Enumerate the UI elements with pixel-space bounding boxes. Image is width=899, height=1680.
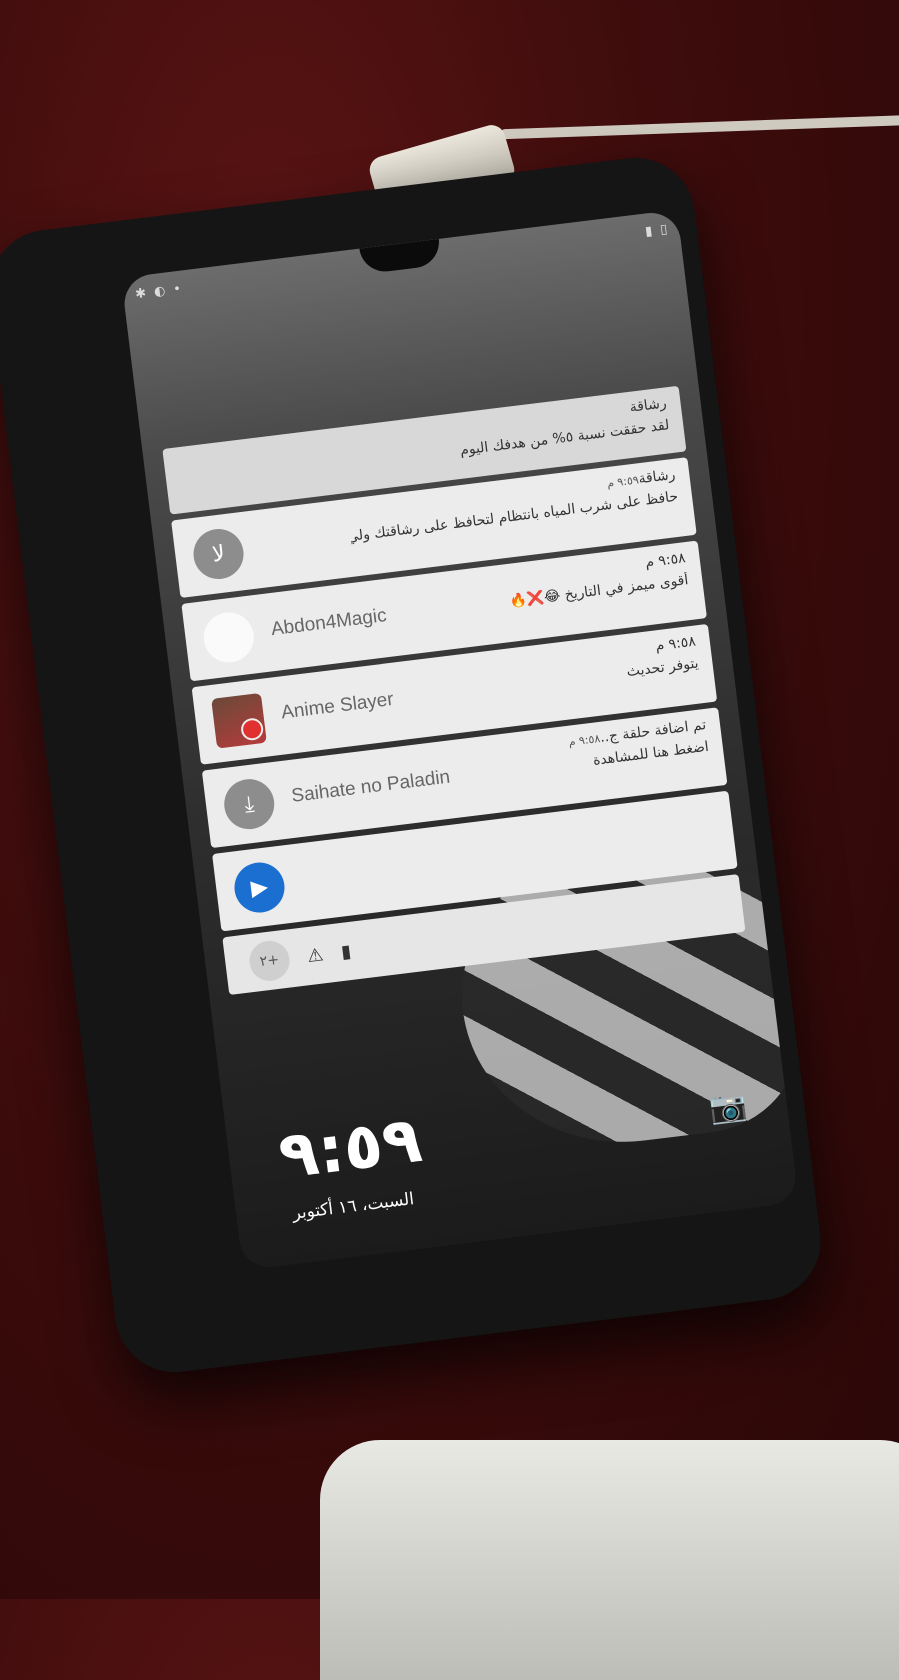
notification-time: ٩:٥٨ م bbox=[654, 633, 697, 655]
status-right-icons: ▮ ▯ bbox=[644, 221, 668, 239]
lock-date: السبت، ١٦ أكتوبر bbox=[291, 1189, 416, 1224]
lock-clock: ٩:٥٩ bbox=[274, 1102, 426, 1194]
charging-cable bbox=[499, 114, 899, 140]
notification-text: حافظ على شرب المياه بانتظام لتحافظ على ر… bbox=[349, 488, 679, 545]
white-box bbox=[320, 1440, 899, 1680]
camera-icon[interactable]: 📷 bbox=[707, 1088, 748, 1127]
notification-text: أقوى ميمز في التاريخ 😂❌🔥 bbox=[508, 572, 690, 610]
notification-time: ٩:٥٨ م bbox=[567, 731, 602, 749]
battery-saver-icon: ▮ bbox=[339, 940, 353, 963]
more-notifications-chip[interactable]: +٢ bbox=[247, 938, 292, 984]
download-icon: ⤓ bbox=[221, 776, 278, 833]
vibrate-icon: ◐ bbox=[153, 283, 167, 300]
signal-icon: ▮ bbox=[644, 223, 654, 240]
notification-time: ٩:٥٨ م bbox=[644, 550, 687, 572]
notification-text: يتوفر تحديث bbox=[625, 655, 700, 681]
bluetooth-icon: ✱ bbox=[134, 285, 147, 302]
warning-icon: ⚠ bbox=[305, 943, 325, 967]
battery-icon: ▯ bbox=[659, 221, 669, 238]
notification-title: رشاقة bbox=[628, 395, 668, 416]
app-icon bbox=[200, 609, 257, 666]
notification-time: ٩:٥٩ م bbox=[606, 473, 640, 491]
tv-icon: ▶ bbox=[231, 859, 288, 916]
notification-list: رشاقة لقد حققت نسبة ٥% من هدفك اليوم ﻻ ر… bbox=[162, 385, 746, 996]
notification-app-name: Abdon4Magic bbox=[269, 605, 388, 641]
status-left-icons: ✱ ◐ • bbox=[134, 281, 181, 301]
fitness-icon: ﻻ bbox=[190, 526, 247, 582]
notification-text: لقد حققت نسبة ٥% من هدفك اليوم bbox=[459, 417, 671, 459]
notification-title: رشاقة٩:٥٩ م bbox=[606, 466, 677, 491]
notification-app-name: Saihate no Paladin bbox=[290, 766, 452, 807]
notification-app-name: Anime Slayer bbox=[280, 688, 395, 724]
dot-icon: • bbox=[172, 281, 182, 298]
